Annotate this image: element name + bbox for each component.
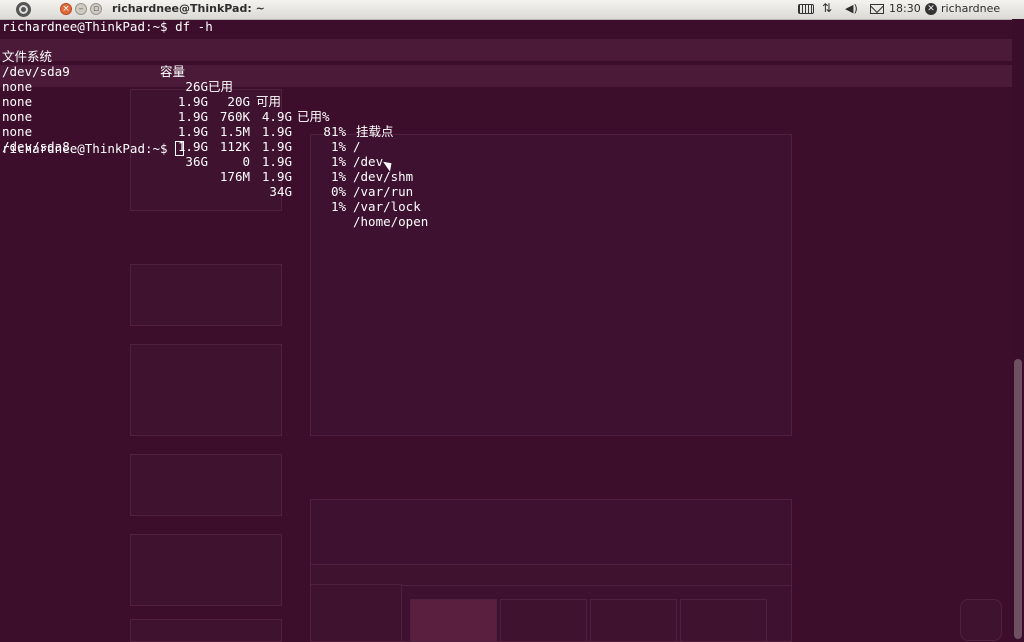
ubuntu-logo-icon[interactable] — [16, 2, 31, 17]
command-line: richardnee@ThinkPad:~$ df -h — [2, 19, 213, 34]
cell-mounted: /var/lock — [353, 199, 421, 214]
shell-prompt: richardnee@ThinkPad:~$ — [2, 141, 176, 156]
cell-mounted: /dev — [353, 154, 384, 169]
clock[interactable]: 18:30 — [889, 2, 921, 15]
cell-used: 0 — [242, 154, 250, 169]
cell-use-pct: 0% — [330, 184, 346, 199]
table-row: none 1.9G 760K 1.9G 1% /dev — [2, 64, 522, 169]
cell-avail: 1.9G — [261, 139, 292, 154]
maximize-window-button[interactable]: ▫ — [90, 3, 102, 15]
cell-used: 112K — [219, 139, 250, 154]
close-window-button[interactable]: × — [60, 3, 72, 15]
cell-mounted: /dev/shm — [353, 169, 414, 184]
minimize-window-button[interactable]: – — [75, 3, 87, 15]
cell-use-pct: 1% — [330, 169, 346, 184]
user-icon[interactable]: ✕ — [925, 3, 937, 15]
cell-mounted: /home/open — [353, 214, 429, 229]
table-row: none 1.9G 1.5M 1.9G 1% /dev/shm — [2, 79, 522, 184]
username-label[interactable]: richardnee — [941, 2, 1000, 15]
mail-icon[interactable] — [870, 4, 884, 14]
table-header: 文件系统 容量 已用 可用 已用% 挂载点 — [2, 34, 522, 139]
cell-avail: 34G — [269, 184, 292, 199]
network-icon[interactable]: ⇅ — [822, 1, 832, 15]
cell-avail: 1.9G — [261, 154, 292, 169]
cell-size: 36G — [185, 154, 208, 169]
cell-used: 176M — [219, 169, 250, 184]
cell-use-pct: 1% — [330, 139, 346, 154]
terminal-window[interactable]: richardnee@ThinkPad:~$ df -h 文件系统 容量 已用 … — [0, 19, 1012, 640]
cell-mounted: /var/run — [353, 184, 414, 199]
cell-use-pct: 1% — [330, 154, 346, 169]
table-row: none 1.9G 112K 1.9G 1% /var/run — [2, 94, 522, 199]
table-row: none 1.9G 0 1.9G 0% /var/lock — [2, 109, 522, 214]
table-row: /dev/sda8 36G 176M 34G 1% /home/open — [2, 124, 522, 229]
terminal-scrollbar[interactable] — [1012, 19, 1024, 640]
table-row: /dev/sda9 26G 20G 4.9G 81% / — [2, 49, 522, 154]
window-title: richardnee@ThinkPad: ~ — [112, 2, 265, 15]
keyboard-icon[interactable] — [798, 4, 814, 14]
cell-use-pct: 1% — [330, 199, 346, 214]
top-panel: × – ▫ richardnee@ThinkPad: ~ ⇅ ◀) 18:30 … — [0, 0, 1024, 20]
cell-mounted: / — [353, 139, 361, 154]
scrollbar-thumb[interactable] — [1014, 359, 1022, 639]
text-cursor — [175, 141, 185, 156]
cell-avail: 1.9G — [261, 169, 292, 184]
volume-icon[interactable]: ◀) — [845, 2, 858, 15]
